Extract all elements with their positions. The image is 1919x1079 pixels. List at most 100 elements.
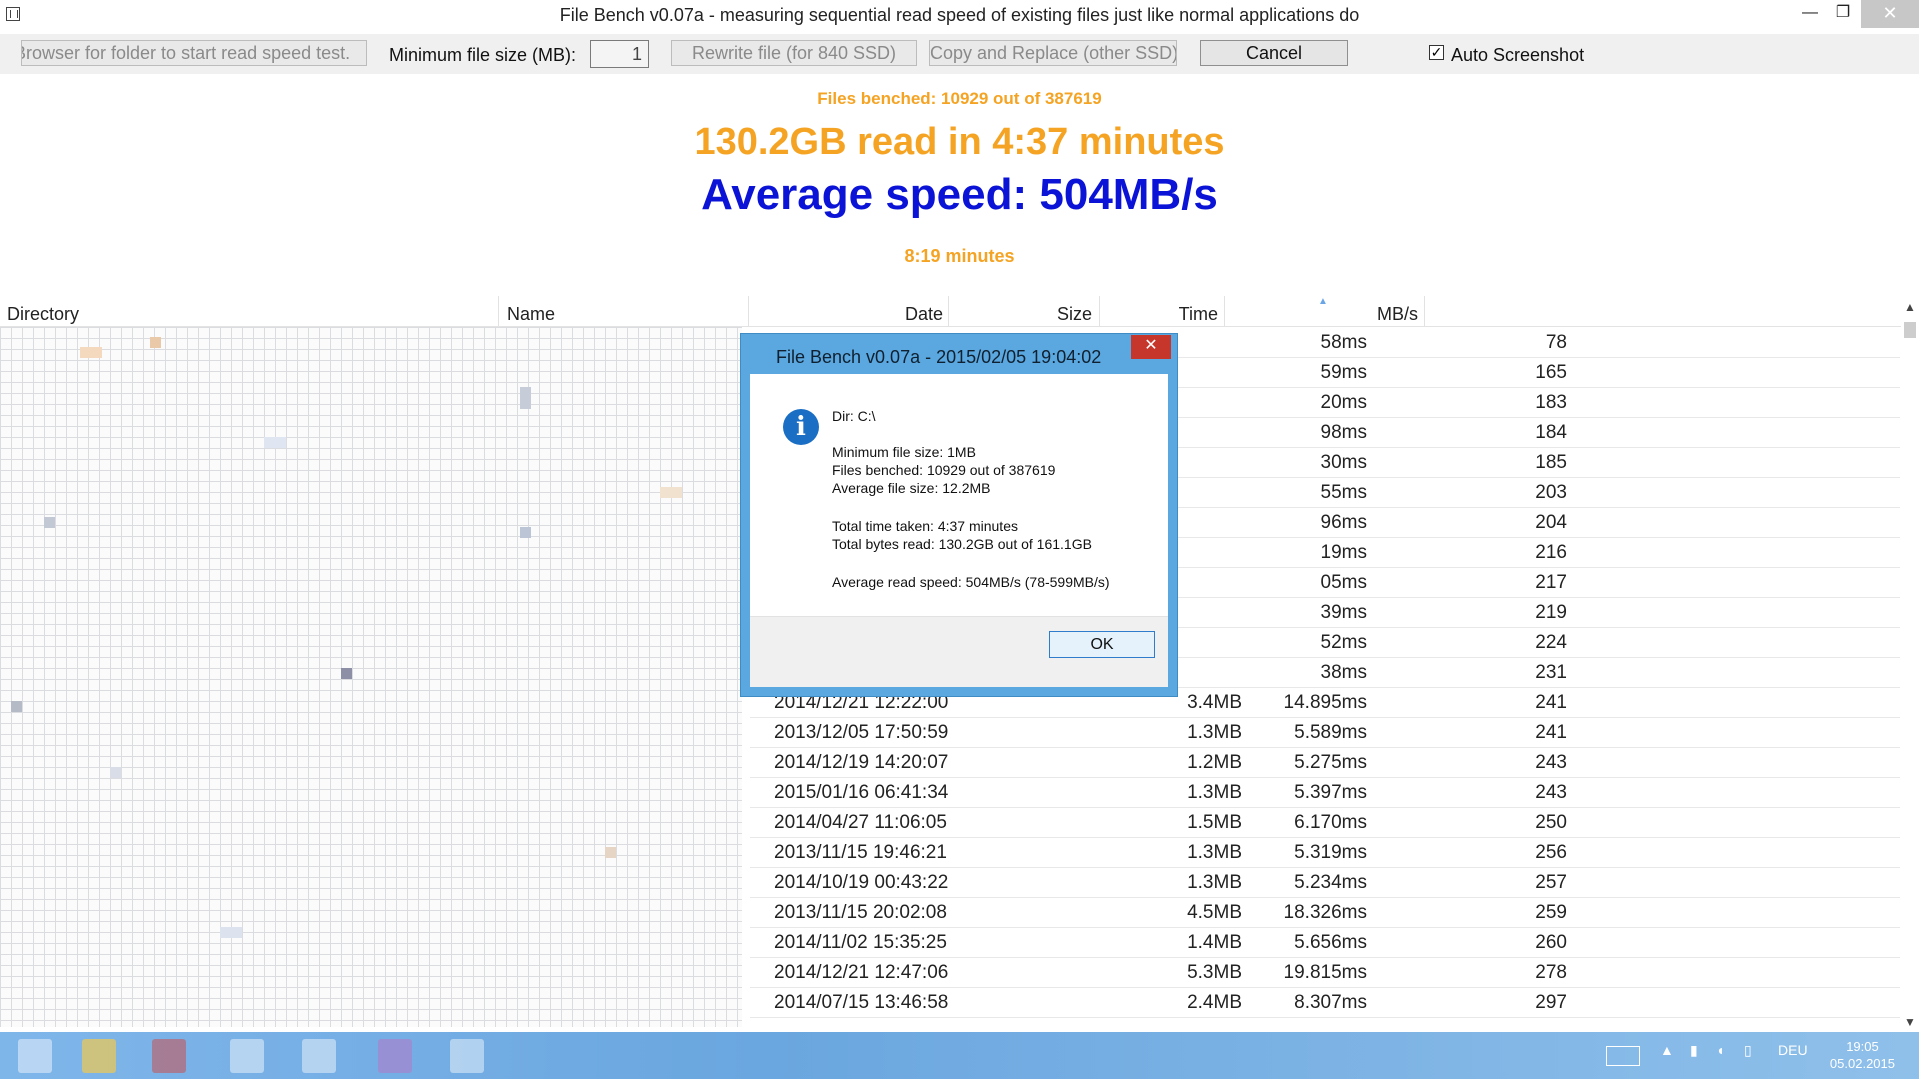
dialog-close-button[interactable]: ✕	[1131, 335, 1171, 359]
title-bar: File Bench v0.07a - measuring sequential…	[0, 0, 1919, 30]
column-separator[interactable]	[948, 296, 949, 326]
cell-mbs: 203	[1535, 482, 1567, 503]
cell-mbs: 256	[1535, 842, 1567, 863]
rewrite-file-button[interactable]: Rewrite file (for 840 SSD)	[671, 40, 917, 66]
elapsed-time-text: 8:19 minutes	[904, 246, 1015, 266]
cell-mbs: 78	[1545, 332, 1567, 353]
cell-time: 38ms	[1320, 662, 1367, 683]
dialog-dir: Dir: C:\	[832, 408, 876, 424]
taskbar-app-icon[interactable]	[302, 1039, 336, 1073]
column-size[interactable]: Size	[1057, 304, 1092, 325]
cell-time: 5.234ms	[1294, 872, 1367, 893]
taskbar-app-icon[interactable]	[152, 1039, 186, 1073]
scroll-up-icon[interactable]: ▲	[1901, 300, 1919, 314]
cell-time: 52ms	[1320, 632, 1367, 653]
cell-mbs: 219	[1535, 602, 1567, 623]
cell-time: 55ms	[1320, 482, 1367, 503]
taskbar-app-icon[interactable]	[230, 1039, 264, 1073]
scroll-down-icon[interactable]: ▼	[1901, 1015, 1919, 1029]
cell-size: 1.3MB	[1187, 782, 1242, 803]
toolbar: Browser for folder to start read speed t…	[0, 34, 1919, 74]
cell-time: 98ms	[1320, 422, 1367, 443]
language-indicator[interactable]: DEU	[1778, 1042, 1808, 1058]
cell-date: 2013/11/15 19:46:21	[774, 842, 947, 863]
column-name[interactable]: Name	[507, 304, 555, 325]
taskbar-app-icon[interactable]	[18, 1039, 52, 1073]
maximize-button[interactable]: ❐	[1828, 0, 1858, 28]
battery-icon[interactable]: ▯	[1744, 1042, 1752, 1059]
column-separator[interactable]	[1424, 296, 1425, 326]
table-row[interactable]: 2014/10/19 00:43:22 1.3MB 5.234ms 257	[750, 867, 1900, 898]
results-dialog: File Bench v0.07a - 2015/02/05 19:04:02 …	[740, 333, 1178, 697]
auto-screenshot-label[interactable]: Auto Screenshot	[1451, 45, 1584, 66]
column-separator[interactable]	[1224, 296, 1225, 326]
keyboard-icon[interactable]	[1606, 1046, 1640, 1066]
cell-time: 20ms	[1320, 392, 1367, 413]
cell-date: 2014/10/19 00:43:22	[774, 872, 949, 893]
cell-time: 8.307ms	[1294, 992, 1367, 1013]
tray-arrow-icon[interactable]: ▲	[1660, 1042, 1674, 1058]
cell-mbs: 204	[1535, 512, 1567, 533]
column-time[interactable]: Time	[1179, 304, 1218, 325]
cell-size: 5.3MB	[1187, 962, 1242, 983]
table-row[interactable]: 2014/12/21 12:47:06 5.3MB 19.815ms 278	[750, 957, 1900, 988]
auto-screenshot-checkbox[interactable]: ✓	[1429, 45, 1444, 60]
table-row[interactable]: 2014/07/15 13:46:58 2.4MB 8.307ms 297	[750, 987, 1900, 1018]
cell-mbs: 184	[1535, 422, 1567, 443]
taskbar-app-icon[interactable]	[82, 1039, 116, 1073]
cell-mbs: 241	[1535, 692, 1567, 713]
cell-time: 5.275ms	[1294, 752, 1367, 773]
column-separator[interactable]	[748, 296, 749, 326]
volume-muted-icon[interactable]: ◖	[1716, 1042, 1724, 1058]
cell-size: 1.5MB	[1187, 812, 1242, 833]
dialog-body: i Dir: C:\ Minimum file size: 1MB Files …	[750, 374, 1168, 687]
dialog-title: File Bench v0.07a - 2015/02/05 19:04:02	[776, 347, 1102, 367]
info-icon: i	[783, 409, 819, 445]
table-row[interactable]: 2014/11/02 15:35:25 1.4MB 5.656ms 260	[750, 927, 1900, 958]
cell-mbs: 216	[1535, 542, 1567, 563]
files-benched-text: Files benched: 10929 out of 387619	[817, 89, 1102, 108]
vertical-scrollbar[interactable]: ▲ ▼	[1901, 298, 1919, 1031]
cancel-button[interactable]: Cancel	[1200, 40, 1348, 66]
copy-replace-button[interactable]: Copy and Replace (other SSD)	[929, 40, 1177, 66]
cell-time: 19.815ms	[1283, 962, 1367, 983]
close-button[interactable]: ✕	[1861, 0, 1919, 28]
column-directory[interactable]: Directory	[7, 304, 79, 325]
column-separator[interactable]	[1099, 296, 1100, 326]
cell-date: 2015/01/16 06:41:34	[774, 782, 949, 803]
taskbar: ▲ ▮ ◖ ▯ DEU 19:05 05.02.2015	[0, 1032, 1919, 1079]
cell-time: 39ms	[1320, 602, 1367, 623]
column-mbs[interactable]: MB/s	[1377, 304, 1418, 325]
column-date[interactable]: Date	[905, 304, 943, 325]
cell-time: 5.397ms	[1294, 782, 1367, 803]
taskbar-app-icon[interactable]	[378, 1039, 412, 1073]
cell-mbs: 297	[1535, 992, 1567, 1013]
browse-folder-button[interactable]: Browser for folder to start read speed t…	[21, 40, 367, 66]
cell-date: 2013/12/05 17:50:59	[774, 722, 949, 743]
cell-mbs: 183	[1535, 392, 1567, 413]
table-row[interactable]: 2015/01/16 06:41:34 1.3MB 5.397ms 243	[750, 777, 1900, 808]
dialog-files-benched: Files benched: 10929 out of 387619	[832, 462, 1056, 478]
cell-mbs: 217	[1535, 572, 1567, 593]
clock-time: 19:05	[1846, 1039, 1879, 1054]
minimize-button[interactable]: —	[1795, 0, 1825, 28]
min-size-input[interactable]: 1	[590, 40, 649, 68]
cell-size: 3.4MB	[1187, 692, 1242, 713]
scroll-thumb[interactable]	[1904, 322, 1916, 338]
taskbar-app-icon[interactable]	[450, 1039, 484, 1073]
grid-header: Directory Name Date Size Time ▲ MB/s	[0, 296, 1919, 327]
network-icon[interactable]: ▮	[1690, 1042, 1698, 1059]
cell-time: 05ms	[1320, 572, 1367, 593]
table-row[interactable]: 2014/12/19 14:20:07 1.2MB 5.275ms 243	[750, 747, 1900, 778]
cell-date: 2014/12/19 14:20:07	[774, 752, 949, 773]
cell-time: 5.589ms	[1294, 722, 1367, 743]
table-row[interactable]: 2014/04/27 11:06:05 1.5MB 6.170ms 250	[750, 807, 1900, 838]
ok-button[interactable]: OK	[1049, 631, 1155, 658]
table-row[interactable]: 2013/11/15 19:46:21 1.3MB 5.319ms 256	[750, 837, 1900, 868]
cell-mbs: 243	[1535, 752, 1567, 773]
cell-mbs: 231	[1535, 662, 1567, 683]
system-clock[interactable]: 19:05 05.02.2015	[1830, 1038, 1895, 1072]
table-row[interactable]: 2013/11/15 20:02:08 4.5MB 18.326ms 259	[750, 897, 1900, 928]
table-row[interactable]: 2013/12/05 17:50:59 1.3MB 5.589ms 241	[750, 717, 1900, 748]
column-separator[interactable]	[498, 296, 499, 326]
